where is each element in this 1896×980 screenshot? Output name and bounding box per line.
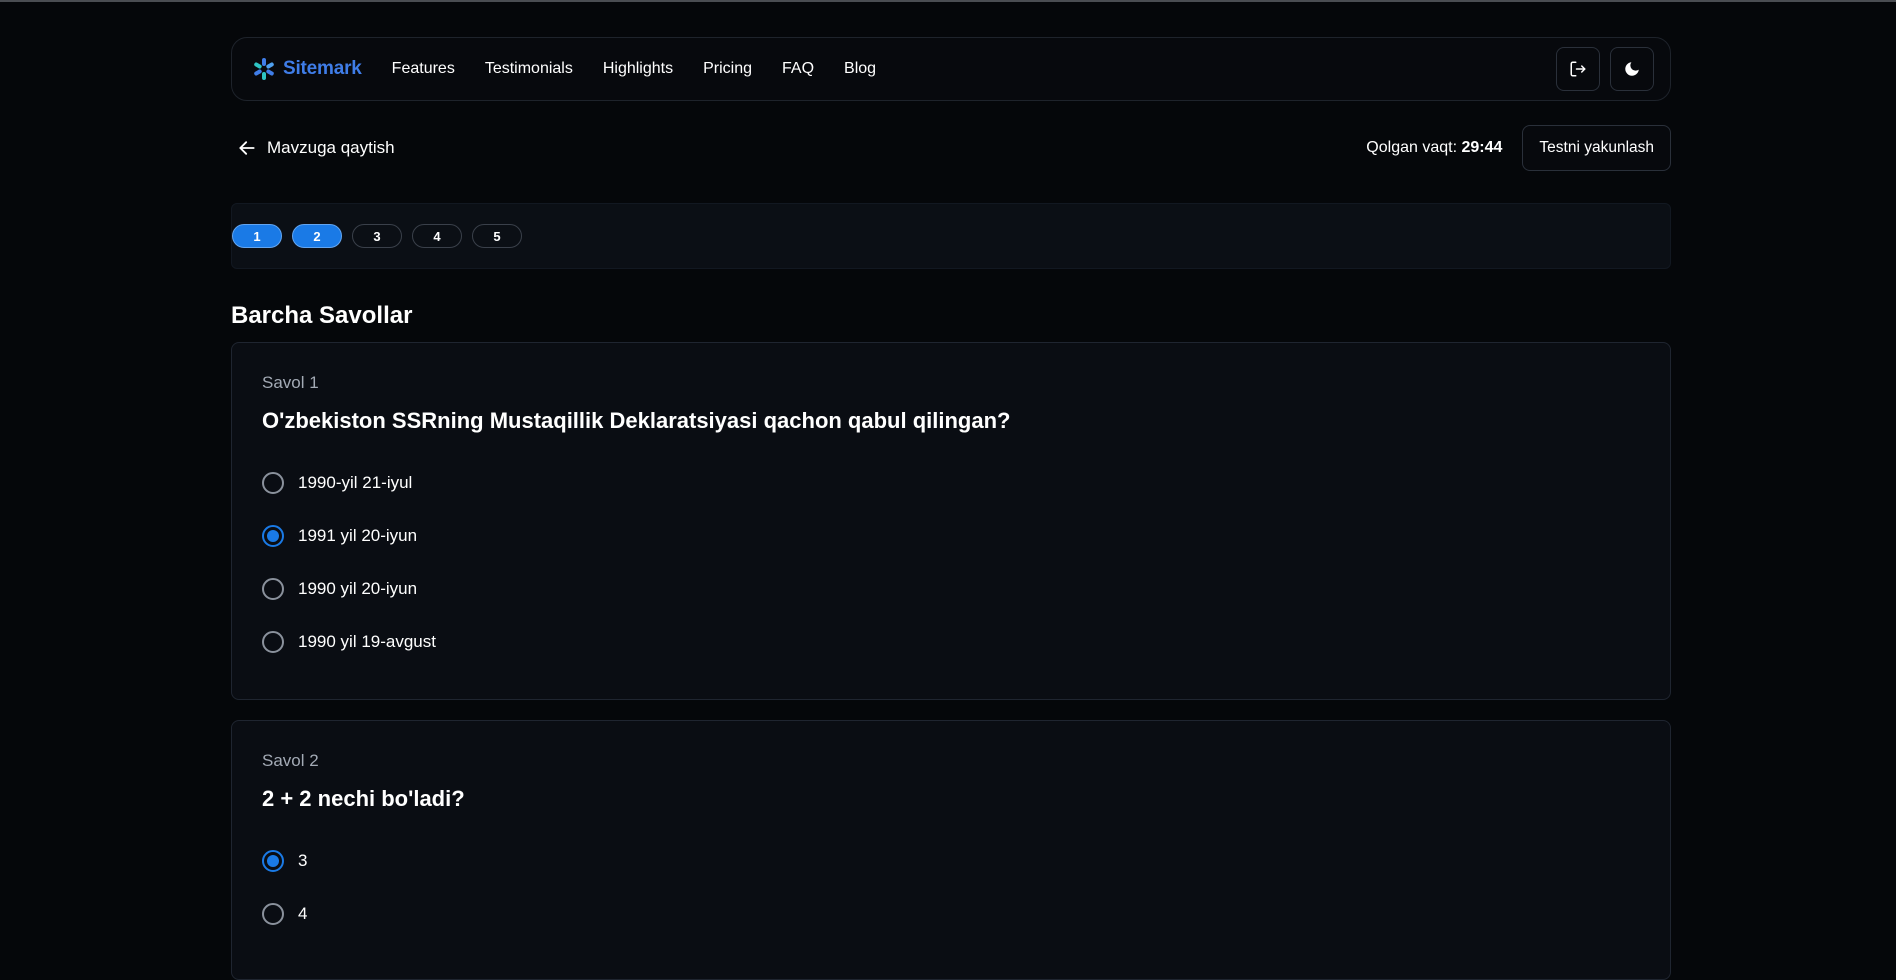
logout-icon: [1570, 61, 1586, 77]
nav-links: Features Testimonials Highlights Pricing…: [392, 60, 1556, 78]
answer-options: 3 4: [262, 834, 1640, 940]
radio-button[interactable]: [262, 630, 284, 653]
radio-button[interactable]: [262, 902, 284, 925]
theme-toggle-button[interactable]: [1610, 47, 1654, 91]
answer-options: 1990-yil 21-iyul 1991 yil 20-iyun 1990 y…: [262, 456, 1640, 668]
radio-button-selected[interactable]: [262, 849, 284, 872]
section-title: Barcha Savollar: [231, 302, 413, 329]
answer-option[interactable]: 1990 yil 19-avgust: [262, 615, 1640, 668]
radio-button-selected[interactable]: [262, 524, 284, 547]
brand-name: Sitemark: [283, 58, 362, 79]
question-pager: 1 2 3 4 5: [231, 203, 1671, 269]
option-label: 1990 yil 19-avgust: [298, 631, 436, 651]
option-label: 1990 yil 20-iyun: [298, 578, 418, 598]
timer-label: Qolgan vaqt:: [1366, 139, 1458, 156]
option-label: 1991 yil 20-iyun: [298, 525, 418, 545]
page-pill-1[interactable]: 1: [232, 224, 282, 248]
question-number: Savol 1: [262, 373, 319, 392]
page-container: Sitemark Features Testimonials Highlight…: [231, 37, 1671, 980]
page-pill-4[interactable]: 4: [412, 224, 462, 248]
question-number: Savol 2: [262, 751, 319, 770]
nav-link-highlights[interactable]: Highlights: [603, 60, 673, 78]
arrow-left-icon: [239, 141, 255, 155]
answer-option[interactable]: 4: [262, 887, 1640, 940]
question-card-2: Savol 2 2 + 2 nechi bo'ladi? 3 4: [231, 720, 1671, 980]
window-top-border: [0, 0, 1896, 2]
question-text: 2 + 2 nechi bo'ladi?: [262, 786, 465, 811]
nav-link-pricing[interactable]: Pricing: [703, 60, 752, 78]
nav-link-blog[interactable]: Blog: [844, 60, 876, 78]
nav-link-features[interactable]: Features: [392, 60, 455, 78]
answer-option[interactable]: 1990 yil 20-iyun: [262, 562, 1640, 615]
logout-button[interactable]: [1556, 47, 1600, 91]
page-pill-3[interactable]: 3: [352, 224, 402, 248]
moon-icon: [1625, 62, 1639, 76]
timer-value: 29:44: [1461, 139, 1503, 156]
answer-option[interactable]: 3: [262, 834, 1640, 887]
option-label: 3: [298, 850, 308, 870]
test-header: Mavzuga qaytish Qolgan vaqt: 29:44 Testn…: [231, 125, 1671, 171]
sitemark-logo-icon: [254, 58, 274, 80]
back-link-label: Mavzuga qaytish: [267, 138, 395, 157]
radio-button[interactable]: [262, 471, 284, 494]
question-text: O'zbekiston SSRning Mustaqillik Deklarat…: [262, 408, 1011, 433]
finish-test-button[interactable]: Testni yakunlash: [1522, 125, 1671, 171]
page-pill-2[interactable]: 2: [292, 224, 342, 248]
option-label: 4: [298, 903, 308, 923]
radio-button[interactable]: [262, 577, 284, 600]
nav-link-testimonials[interactable]: Testimonials: [485, 60, 573, 78]
page-pill-5[interactable]: 5: [472, 224, 522, 248]
option-label: 1990-yil 21-iyul: [298, 472, 413, 492]
brand-logo[interactable]: Sitemark: [251, 56, 362, 82]
timer: Qolgan vaqt: 29:44: [1366, 139, 1502, 157]
nav-link-faq[interactable]: FAQ: [782, 60, 814, 78]
nav-actions: [1556, 47, 1654, 91]
question-card-1: Savol 1 O'zbekiston SSRning Mustaqillik …: [231, 342, 1671, 700]
header-right: Qolgan vaqt: 29:44 Testni yakunlash: [1366, 125, 1671, 171]
navbar: Sitemark Features Testimonials Highlight…: [231, 37, 1671, 101]
back-to-topic-link[interactable]: Mavzuga qaytish: [231, 138, 395, 158]
answer-option[interactable]: 1991 yil 20-iyun: [262, 509, 1640, 562]
answer-option[interactable]: 1990-yil 21-iyul: [262, 456, 1640, 509]
